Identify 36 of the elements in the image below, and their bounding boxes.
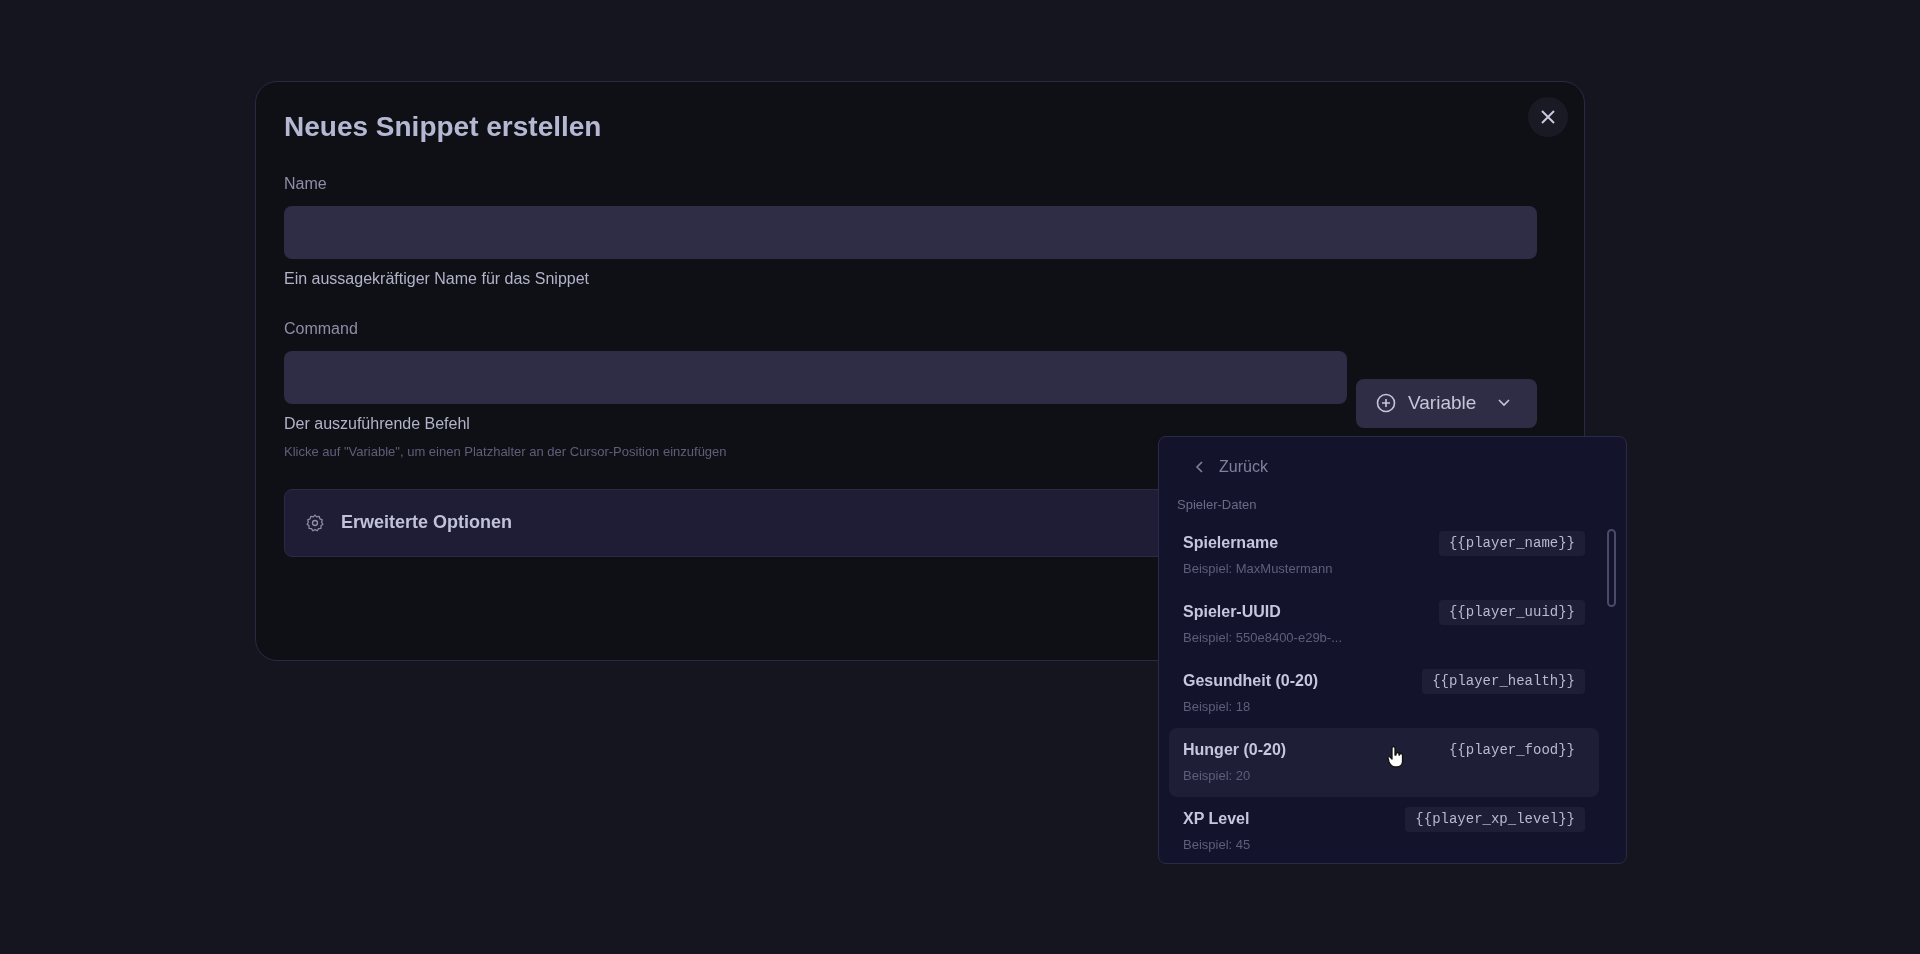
help-text: Ein aussagekräftiger Name für das Snippet [284, 268, 590, 289]
add-icon [1376, 393, 1396, 414]
variable-token: {{player_name}} [1438, 530, 1585, 556]
example-text: Beispiel: 18 [1183, 697, 1252, 716]
group-label: Spieler-Daten [1176, 496, 1258, 514]
dialog-title: Neues Snippet erstellen [284, 110, 603, 144]
variable-name: Spieler-UUID [1183, 601, 1282, 622]
example-text: Beispiel: 45 [1183, 835, 1251, 854]
variable-token: {{player_food}} [1447, 740, 1576, 760]
variable-button[interactable]: Variable [1356, 378, 1537, 428]
variable-item[interactable]: XP Level Beispiel: 45 {{player_xp_level}} [1169, 796, 1599, 863]
settings-icon [305, 512, 325, 533]
back-button[interactable]: Zurück [1169, 445, 1284, 489]
variable-item[interactable]: Gesundheit (0-20) Beispiel: 18 {{player_health}} [1169, 658, 1599, 728]
hint-text: Klicke auf "Variable", um einen Platzhalter an der Cursor-Position einzufügen [284, 442, 727, 461]
variable-item[interactable]: Hunger (0-20) Beispiel: 20 {{player_food}} [1169, 727, 1599, 797]
example-text: Beispiel: 550e8400-e29b-... [1183, 628, 1342, 647]
hand-cursor-icon [1387, 745, 1405, 768]
help-text: Der auszuführende Befehl [284, 413, 470, 434]
variable-name: Hunger (0-20) [1183, 739, 1287, 760]
variable-name: XP Level [1183, 808, 1251, 829]
variable-token: {{player_health}} [1422, 668, 1585, 694]
scrollbar-thumb[interactable] [1607, 529, 1616, 607]
variable-name: Spielername [1183, 532, 1280, 553]
variable-token: {{player_uuid}} [1438, 599, 1585, 625]
field-label: Name [284, 173, 327, 194]
variable-name: Gesundheit (0-20) [1183, 670, 1319, 691]
text-field[interactable] [284, 205, 1537, 259]
field-label: Command [284, 318, 358, 339]
variable-token: {{player_xp_level}} [1405, 806, 1585, 832]
variable-item[interactable]: Spieler-UUID Beispiel: 550e8400-e29b-... {{player_uuid}} [1169, 589, 1599, 659]
example-text: Beispiel: MaxMustermann [1183, 559, 1333, 578]
text-field[interactable] [284, 350, 1347, 404]
close-button[interactable] [1528, 97, 1568, 137]
example-text: Beispiel: 20 [1183, 766, 1252, 785]
close-icon [1540, 109, 1556, 125]
